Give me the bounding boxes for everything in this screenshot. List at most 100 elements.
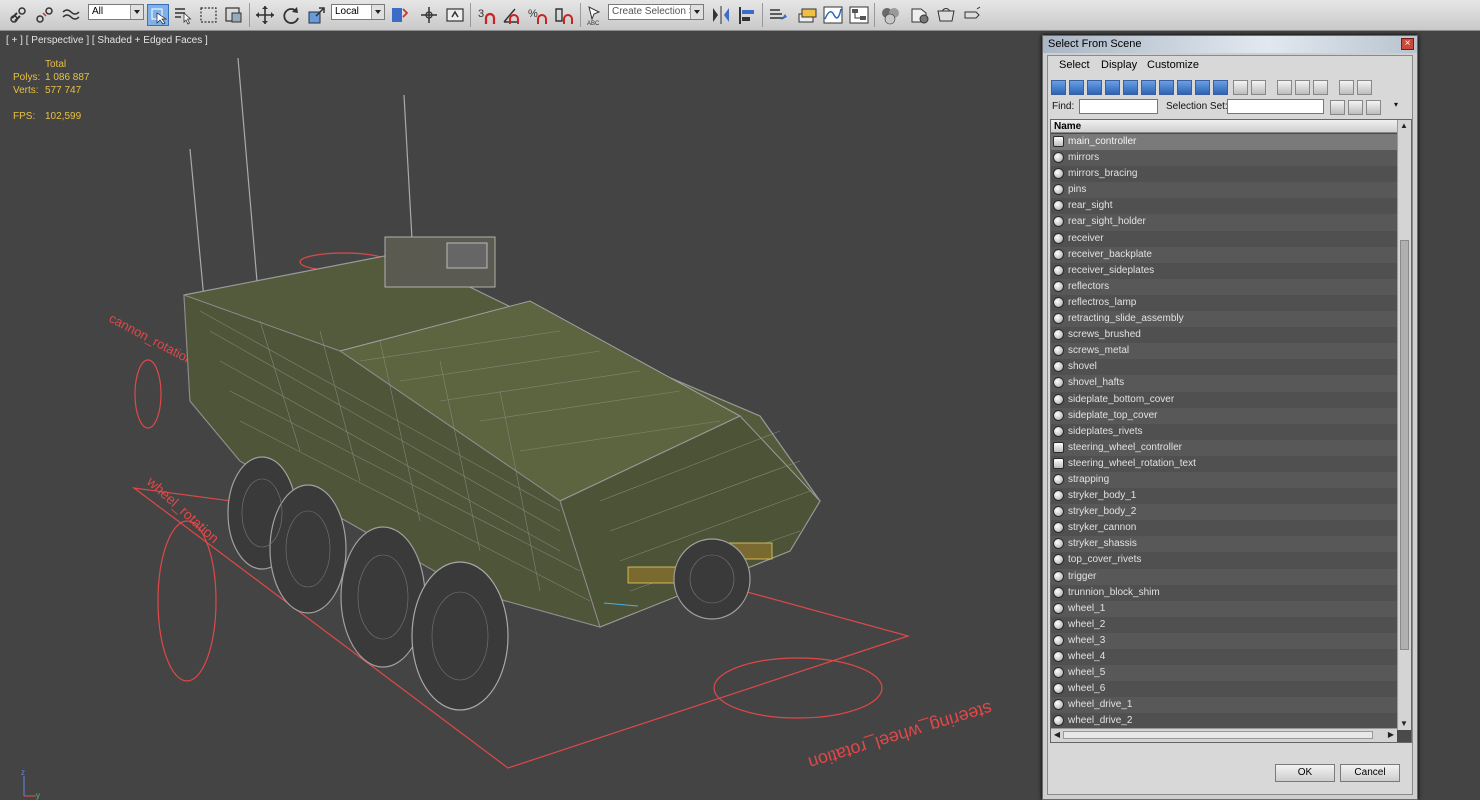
list-item[interactable]: wheel_4 — [1051, 649, 1397, 666]
list-item[interactable]: reflectors — [1051, 278, 1397, 295]
list-item[interactable]: steering_wheel_controller — [1051, 439, 1397, 456]
selection-filter-dropdown[interactable]: All — [88, 4, 144, 20]
list-item[interactable]: receiver_sideplates — [1051, 262, 1397, 279]
list-item[interactable]: main_controller — [1051, 134, 1397, 151]
vertical-scrollbar[interactable]: ▲ ▼ — [1397, 120, 1411, 730]
lights-filter-icon[interactable] — [1087, 80, 1102, 95]
schematic-view-icon[interactable] — [848, 4, 870, 26]
list-item[interactable]: reflectros_lamp — [1051, 294, 1397, 312]
list-item[interactable]: trunnion_block_shim — [1051, 584, 1397, 601]
material-editor-icon[interactable] — [879, 4, 901, 26]
select-and-rotate-icon[interactable] — [280, 4, 302, 26]
list-item[interactable]: stryker_body_2 — [1051, 504, 1397, 521]
select-object-icon[interactable] — [147, 4, 169, 26]
list-item[interactable]: top_cover_rivets — [1051, 552, 1397, 569]
list-item[interactable]: mirrors_bracing — [1051, 166, 1397, 183]
list-item[interactable]: screws_brushed — [1051, 327, 1397, 344]
list-item[interactable]: receiver — [1051, 230, 1397, 247]
list-item[interactable]: pins — [1051, 182, 1397, 199]
spinner-snap-toggle-icon[interactable] — [553, 4, 575, 26]
vertical-scroll-thumb[interactable] — [1400, 240, 1409, 650]
render-setup-icon[interactable] — [909, 4, 931, 26]
list-item[interactable]: rear_sight — [1051, 198, 1397, 215]
angle-snap-toggle-icon[interactable] — [501, 4, 523, 26]
helpers-filter-icon[interactable] — [1123, 80, 1138, 95]
select-dependents-icon[interactable] — [1348, 100, 1363, 115]
selection-set-dropdown[interactable] — [1227, 99, 1324, 114]
bind-to-space-warp-icon[interactable] — [60, 4, 82, 26]
list-item[interactable]: rear_sight_holder — [1051, 214, 1397, 231]
list-item[interactable]: stryker_body_1 — [1051, 488, 1397, 505]
mirror-icon[interactable] — [710, 4, 732, 26]
select-and-move-icon[interactable] — [254, 4, 276, 26]
advanced-filter-icon[interactable] — [1357, 80, 1372, 95]
window-crossing-icon[interactable] — [223, 4, 245, 26]
menu-customize[interactable]: Customize — [1147, 59, 1199, 71]
list-item[interactable]: sideplate_bottom_cover — [1051, 391, 1397, 408]
align-icon[interactable] — [736, 4, 758, 26]
select-and-link-icon[interactable] — [8, 4, 30, 26]
reference-coordinate-dropdown[interactable]: Local — [331, 4, 385, 20]
bones-filter-icon[interactable] — [1195, 80, 1210, 95]
select-children-icon[interactable] — [1330, 100, 1345, 115]
select-influences-icon[interactable] — [1366, 100, 1381, 115]
space-warps-filter-icon[interactable] — [1141, 80, 1156, 95]
cancel-button[interactable]: Cancel — [1340, 764, 1400, 782]
toggle-layer-explorer-icon[interactable] — [796, 4, 818, 26]
scroll-right-icon[interactable]: ▶ — [1386, 730, 1396, 740]
dialog-title-bar[interactable]: Select From Scene × — [1043, 36, 1417, 53]
menu-select[interactable]: Select — [1059, 59, 1090, 71]
viewport-label[interactable]: [ + ] [ Perspective ] [ Shaded + Edged F… — [6, 35, 208, 46]
list-item[interactable]: wheel_5 — [1051, 665, 1397, 682]
display-invert-icon[interactable] — [1313, 80, 1328, 95]
chevron-down-icon[interactable]: ▾ — [1394, 100, 1398, 109]
unlink-selection-icon[interactable] — [34, 4, 56, 26]
list-item[interactable]: wheel_drive_1 — [1051, 697, 1397, 714]
snaps-toggle-icon[interactable]: 3 — [476, 4, 498, 26]
scroll-up-icon[interactable]: ▲ — [1399, 121, 1409, 131]
display-all-icon[interactable] — [1277, 80, 1292, 95]
scroll-down-icon[interactable]: ▼ — [1399, 719, 1409, 729]
horizontal-scrollbar[interactable]: ◀ ▶ — [1051, 728, 1397, 742]
frozen-filter-icon[interactable] — [1233, 80, 1248, 95]
list-item[interactable]: trigger — [1051, 568, 1397, 585]
rectangular-selection-region-icon[interactable] — [198, 4, 220, 26]
select-and-scale-icon[interactable] — [306, 4, 328, 26]
list-item[interactable]: wheel_1 — [1051, 600, 1397, 617]
containers-filter-icon[interactable] — [1213, 80, 1228, 95]
display-none-icon[interactable] — [1295, 80, 1310, 95]
groups-filter-icon[interactable] — [1159, 80, 1174, 95]
menu-display[interactable]: Display — [1101, 59, 1137, 71]
xrefs-filter-icon[interactable] — [1177, 80, 1192, 95]
geometry-filter-icon[interactable] — [1051, 80, 1066, 95]
list-item[interactable]: retracting_slide_assembly — [1051, 311, 1397, 328]
object-list[interactable]: Name main_controller mirrors mirrors_braci… — [1050, 119, 1412, 743]
list-item[interactable]: wheel_6 — [1051, 681, 1397, 698]
rendered-frame-window-icon[interactable] — [935, 4, 957, 26]
name-column-header[interactable]: Name — [1051, 120, 1397, 133]
named-selection-set-dropdown[interactable]: Create Selection Se — [608, 4, 704, 20]
list-item[interactable]: sideplate_top_cover — [1051, 407, 1397, 424]
edit-named-selection-sets-icon[interactable]: ABC — [584, 4, 606, 26]
list-item[interactable]: shovel_hafts — [1051, 375, 1397, 392]
list-item[interactable]: stryker_shassis — [1051, 536, 1397, 553]
select-and-manipulate-icon[interactable] — [418, 4, 440, 26]
select-by-name-icon[interactable] — [172, 4, 194, 26]
render-production-icon[interactable] — [961, 4, 983, 26]
list-item[interactable]: sideplates_rivets — [1051, 423, 1397, 440]
curve-editor-icon[interactable] — [822, 4, 844, 26]
scroll-left-icon[interactable]: ◀ — [1052, 730, 1062, 740]
cameras-filter-icon[interactable] — [1105, 80, 1120, 95]
toggle-scene-explorer-icon[interactable] — [767, 4, 789, 26]
list-item[interactable]: receiver_backplate — [1051, 246, 1397, 263]
close-icon[interactable]: × — [1401, 38, 1414, 50]
horizontal-scroll-thumb[interactable] — [1063, 731, 1373, 739]
use-pivot-point-center-icon[interactable] — [389, 4, 411, 26]
hidden-filter-icon[interactable] — [1251, 80, 1266, 95]
find-input[interactable] — [1079, 99, 1158, 114]
list-item[interactable]: shovel — [1051, 359, 1397, 376]
list-item[interactable]: stryker_cannon — [1051, 520, 1397, 537]
shapes-filter-icon[interactable] — [1069, 80, 1084, 95]
ok-button[interactable]: OK — [1275, 764, 1335, 782]
list-item[interactable]: wheel_3 — [1051, 632, 1397, 649]
